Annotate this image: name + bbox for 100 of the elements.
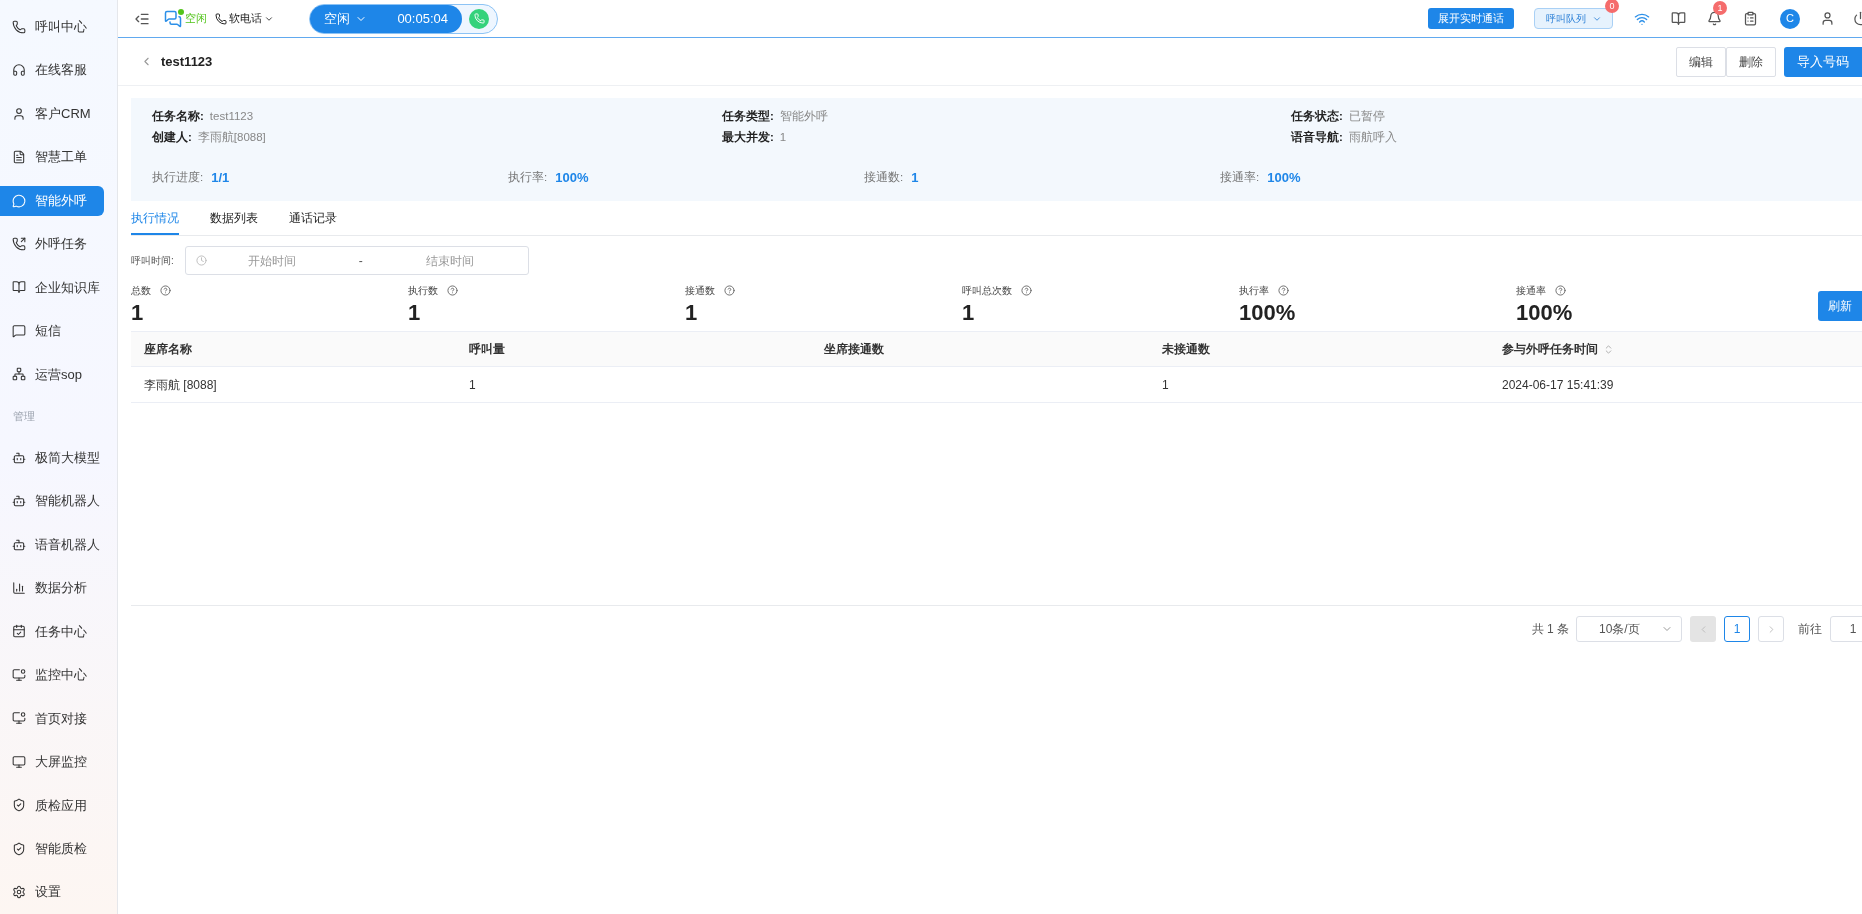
help-icon[interactable]	[1021, 285, 1032, 296]
phone-icon	[473, 13, 485, 24]
total-count: 共 1 条	[1531, 621, 1569, 638]
chat-bubble-icon	[12, 193, 26, 208]
metric-value: 1	[911, 169, 919, 187]
stat-value: 1	[685, 300, 699, 326]
field-value: 李雨航[8088]	[197, 130, 266, 146]
metric-label: 接通数:	[864, 170, 904, 186]
stat-value: 100%	[1239, 300, 1297, 326]
help-icon[interactable]	[160, 285, 171, 296]
call-timer: 00:05:04	[397, 9, 448, 28]
stat-label: 接通数	[685, 284, 715, 298]
page-button[interactable]: 1	[1724, 616, 1750, 642]
page-size-dropdown[interactable]: 10条/页	[1576, 616, 1682, 642]
robot-icon	[12, 537, 26, 552]
tab[interactable]: 数据列表	[210, 202, 258, 235]
field-value: 雨航呼入	[1348, 130, 1397, 146]
clock-icon	[195, 255, 207, 266]
column-header: 呼叫量	[468, 341, 506, 358]
user-icon	[12, 106, 26, 121]
chat-status-icon	[164, 9, 182, 28]
clipboard-icon[interactable]	[1743, 11, 1758, 26]
field-value: test1123	[209, 109, 254, 125]
field-label: 创建人:	[152, 130, 192, 146]
help-icon[interactable]	[447, 285, 458, 296]
book-icon[interactable]	[1671, 11, 1686, 26]
stat-value: 1	[131, 300, 145, 326]
sidebar-item[interactable]: 短信	[0, 315, 104, 346]
bar-chart-icon	[12, 581, 26, 596]
sidebar-item[interactable]: 外呼任务	[0, 229, 104, 259]
metric-value: 100%	[555, 169, 589, 187]
refresh-button[interactable]: 刷新	[1818, 291, 1862, 321]
task-title: test1123	[161, 52, 213, 71]
sidebar-item[interactable]: 运营sop	[0, 359, 104, 390]
message-icon	[12, 323, 26, 338]
sidebar-item[interactable]: 呼叫中心	[0, 11, 104, 42]
shield-icon	[12, 841, 26, 856]
sidebar-item[interactable]: 首页对接	[0, 703, 104, 734]
section-label: 管理	[13, 408, 35, 424]
field-value: 1	[779, 130, 787, 146]
field-label: 语音导航:	[1291, 129, 1343, 146]
sidebar-item[interactable]: 智能质检	[0, 833, 104, 864]
live-call-button[interactable]: 展开实时通话	[1428, 8, 1514, 29]
outgoing-call-icon	[12, 237, 26, 251]
flow-icon	[12, 367, 26, 382]
column-header: 坐席接通数	[823, 341, 885, 358]
action-button[interactable]: 删除	[1726, 46, 1776, 77]
date-range-field[interactable]: 开始时间 - 结束时间	[184, 246, 529, 275]
calendar-icon	[12, 624, 26, 639]
goto-page-input[interactable]: 1	[1830, 616, 1862, 642]
sidebar-item[interactable]: 在线客服	[0, 55, 104, 86]
primary-button[interactable]: 导入号码	[1784, 46, 1862, 77]
stat-label: 接通率	[1516, 284, 1546, 298]
bell-icon[interactable]	[1707, 11, 1722, 26]
help-icon[interactable]	[1278, 285, 1289, 296]
column-header: 座席名称	[143, 341, 193, 358]
table-cell-text: 李雨航 [8088]	[144, 376, 217, 394]
avatar[interactable]: C	[1780, 8, 1800, 29]
metric-label: 接通率:	[1220, 170, 1260, 186]
help-icon[interactable]	[724, 285, 735, 296]
call-queue-dropdown[interactable]: 呼叫队列	[1534, 8, 1613, 29]
sidebar-item[interactable]: 企业知识库	[0, 272, 104, 303]
headset-icon	[12, 63, 26, 78]
stat-label: 呼叫总次数	[962, 284, 1012, 298]
tab[interactable]: 执行情况	[131, 202, 179, 235]
agent-status: 空闲	[185, 11, 207, 27]
column-header[interactable]: 参与外呼任务时间	[1489, 332, 1862, 366]
sidebar-item[interactable]: 设置	[0, 877, 104, 908]
action-button[interactable]: 编辑	[1676, 46, 1726, 77]
sidebar-item[interactable]: 语音机器人	[0, 529, 104, 560]
metric-value: 1/1	[211, 169, 230, 187]
robot-icon	[12, 450, 26, 465]
call-state-dropdown[interactable]: 空闲	[324, 8, 367, 29]
stat-label: 执行率	[1239, 284, 1269, 298]
sidebar-item[interactable]: 客户CRM	[0, 98, 104, 129]
field-label: 最大并发:	[722, 129, 774, 146]
sidebar-item[interactable]: 智慧工单	[0, 142, 104, 173]
sidebar-item[interactable]: 智能外呼	[0, 185, 104, 216]
sidebar-item[interactable]: 质检应用	[0, 790, 104, 821]
metric-value: 100%	[1267, 169, 1301, 187]
notification-badge: 0	[1605, 0, 1619, 13]
phone-mode-dropdown[interactable]: 软电话	[215, 10, 274, 27]
field-label: 任务名称:	[152, 109, 204, 125]
user-icon[interactable]	[1820, 11, 1835, 26]
tab[interactable]: 通话记录	[289, 202, 337, 235]
goto-label: 前往	[1798, 621, 1822, 638]
end-time-input[interactable]: 结束时间	[384, 251, 515, 270]
sidebar-item[interactable]: 极简大模型	[0, 442, 104, 473]
help-icon[interactable]	[1555, 285, 1566, 296]
sidebar-item[interactable]: 大屏监控	[0, 746, 104, 777]
sidebar-item[interactable]: 任务中心	[0, 616, 104, 647]
answer-call-button[interactable]	[469, 8, 489, 29]
metric-label: 执行率:	[508, 170, 548, 186]
start-time-input[interactable]: 开始时间	[206, 251, 337, 270]
table-cell-text: 2024-06-17 15:41:39	[1502, 376, 1614, 394]
sidebar-item[interactable]: 智能机器人	[0, 486, 104, 517]
notification-badge: 1	[1713, 1, 1727, 15]
metric-label: 执行进度:	[152, 170, 204, 186]
sidebar-item[interactable]: 数据分析	[0, 573, 104, 604]
sidebar-item[interactable]: 监控中心	[0, 659, 104, 690]
